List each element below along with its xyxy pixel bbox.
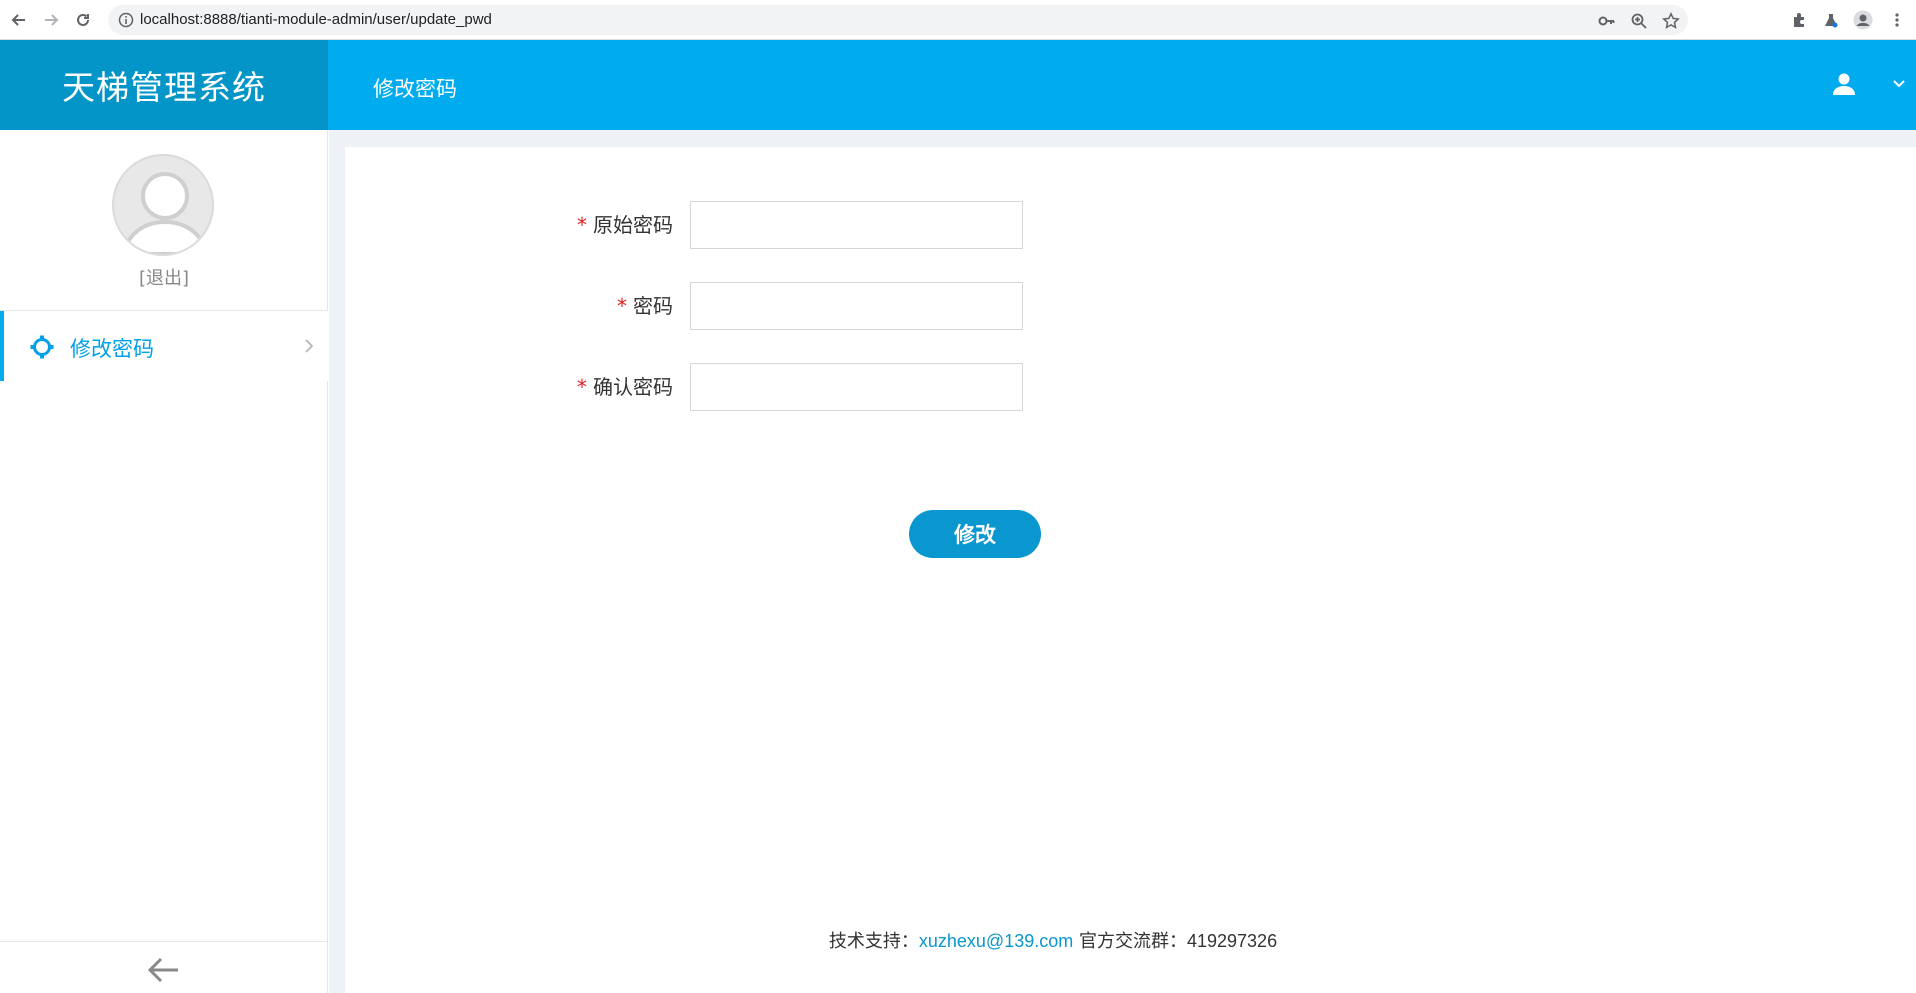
bookmark-star-icon[interactable] — [1662, 12, 1680, 30]
arrow-left-icon[interactable] — [146, 956, 180, 988]
avatar — [112, 154, 214, 256]
form-row-confirm-password: * 确认密码 — [345, 363, 1345, 411]
user-icon[interactable] — [1832, 72, 1856, 100]
url-text[interactable]: localhost:8888/tianti-module-admin/user/… — [140, 11, 492, 28]
info-icon[interactable] — [118, 12, 134, 32]
field-label-confirm-password: * 确认密码 — [577, 371, 673, 400]
gear-icon — [30, 335, 54, 363]
forward-icon[interactable] — [40, 9, 62, 31]
sidebar: [退出] 修改密码 — [0, 130, 328, 993]
page-title: 修改密码 — [373, 77, 457, 101]
brand-title: 天梯管理系统 — [62, 68, 266, 107]
required-mark: * — [577, 213, 587, 237]
field-label-old-password: * 原始密码 — [577, 209, 673, 238]
support-email-link[interactable]: xuzhexu@139.com — [919, 931, 1073, 951]
required-mark: * — [577, 375, 587, 399]
key-icon[interactable] — [1598, 12, 1616, 30]
footer: 技术支持：xuzhexu@139.com 官方交流群：419297326 — [345, 927, 1761, 953]
group-number: 419297326 — [1186, 931, 1278, 951]
extensions-icon[interactable] — [1788, 9, 1810, 31]
confirm-password-input[interactable] — [690, 363, 1023, 411]
browser-toolbar: localhost:8888/tianti-module-admin/user/… — [0, 0, 1916, 40]
back-icon[interactable] — [8, 9, 30, 31]
new-password-input[interactable] — [690, 282, 1023, 330]
labs-flask-icon[interactable] — [1820, 9, 1842, 31]
form-row-new-password: * 密码 — [345, 282, 1345, 330]
sidebar-item-label: 修改密码 — [70, 337, 154, 361]
label-text: 密码 — [633, 294, 673, 318]
field-label-new-password: * 密码 — [617, 290, 673, 319]
label-text: 确认密码 — [593, 375, 673, 399]
old-password-input[interactable] — [690, 201, 1023, 249]
brand-logo-area: 天梯管理系统 — [0, 40, 328, 130]
address-bar[interactable]: localhost:8888/tianti-module-admin/user/… — [108, 5, 1688, 35]
form-row-old-password: * 原始密码 — [345, 201, 1345, 249]
sidebar-item-change-password[interactable]: 修改密码 — [0, 311, 328, 381]
footer-group-label: 官方交流群： — [1073, 931, 1187, 952]
chevron-down-icon[interactable] — [1892, 76, 1906, 95]
profile-avatar-icon[interactable] — [1852, 9, 1874, 31]
browser-menu-icon[interactable] — [1886, 9, 1908, 31]
footer-support-label: 技术支持： — [828, 931, 919, 952]
chevron-right-icon — [304, 338, 314, 358]
submit-button[interactable]: 修改 — [909, 510, 1041, 558]
required-mark: * — [617, 294, 627, 318]
label-text: 原始密码 — [593, 213, 673, 237]
top-header: 修改密码 — [328, 40, 1916, 130]
divider — [0, 941, 328, 942]
logout-link[interactable]: [退出] — [0, 264, 328, 290]
reload-icon[interactable] — [72, 9, 94, 31]
zoom-icon[interactable] — [1630, 12, 1648, 30]
change-password-panel: * 原始密码 * 密码 * 确认密码 修改 技术支持：xuzhexu@139.com … — [345, 147, 1916, 993]
